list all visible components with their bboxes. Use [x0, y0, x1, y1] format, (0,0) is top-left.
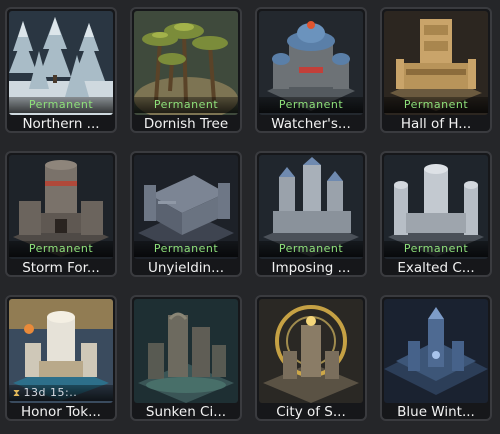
permanent-badge: Permanent: [384, 241, 488, 257]
skin-card-watchers[interactable]: Permanent Watcher's...: [255, 7, 367, 133]
skin-card-exalted[interactable]: Permanent Exalted C...: [380, 151, 492, 277]
skin-name: Northern ...: [22, 116, 100, 132]
skin-name: Dornish Tree: [143, 116, 229, 132]
skin-name: Hall of H...: [400, 116, 472, 132]
sunken-city-icon: [134, 299, 238, 403]
skin-card-northern[interactable]: Permanent Northern ...: [5, 7, 117, 133]
permanent-badge: Permanent: [134, 97, 238, 113]
skin-name: Sunken Ci...: [145, 404, 227, 420]
skin-card-blue-winter[interactable]: Blue Wint...: [380, 295, 492, 421]
timer-badge: ⧗ 13d 15:..: [9, 385, 113, 401]
permanent-badge: Permanent: [134, 241, 238, 257]
skin-card-hall[interactable]: Permanent Hall of H...: [380, 7, 492, 133]
blue-winter-city-icon: [384, 299, 488, 403]
skin-name: Exalted C...: [397, 260, 475, 276]
golden-ring-city-icon: [259, 299, 363, 403]
skin-card-sunken-city[interactable]: Sunken Ci...: [130, 295, 242, 421]
permanent-badge: Permanent: [9, 241, 113, 257]
skin-name: Watcher's...: [271, 116, 351, 132]
permanent-badge: Permanent: [9, 97, 113, 113]
skin-name: Imposing ...: [271, 260, 351, 276]
permanent-badge: Permanent: [384, 97, 488, 113]
skin-card-storm-fortress[interactable]: Permanent Storm For...: [5, 151, 117, 277]
permanent-badge: Permanent: [259, 241, 363, 257]
hourglass-icon: ⧗: [13, 388, 21, 399]
skin-name: Unyieldin...: [148, 260, 224, 276]
skin-card-unyielding[interactable]: Permanent Unyieldin...: [130, 151, 242, 277]
skin-card-city-of-s[interactable]: City of S...: [255, 295, 367, 421]
timer-text: 13d 15:..: [23, 386, 78, 399]
skin-name: Storm For...: [22, 260, 100, 276]
permanent-badge: Permanent: [259, 97, 363, 113]
skin-card-imposing[interactable]: Permanent Imposing ...: [255, 151, 367, 277]
skin-name: Blue Wint...: [397, 404, 475, 420]
skin-card-honor-token[interactable]: ⧗ 13d 15:.. Honor Tok...: [5, 295, 117, 421]
skin-card-dornish[interactable]: Permanent Dornish Tree: [130, 7, 242, 133]
skin-name: City of S...: [276, 404, 346, 420]
skin-name: Honor Tok...: [21, 404, 101, 420]
